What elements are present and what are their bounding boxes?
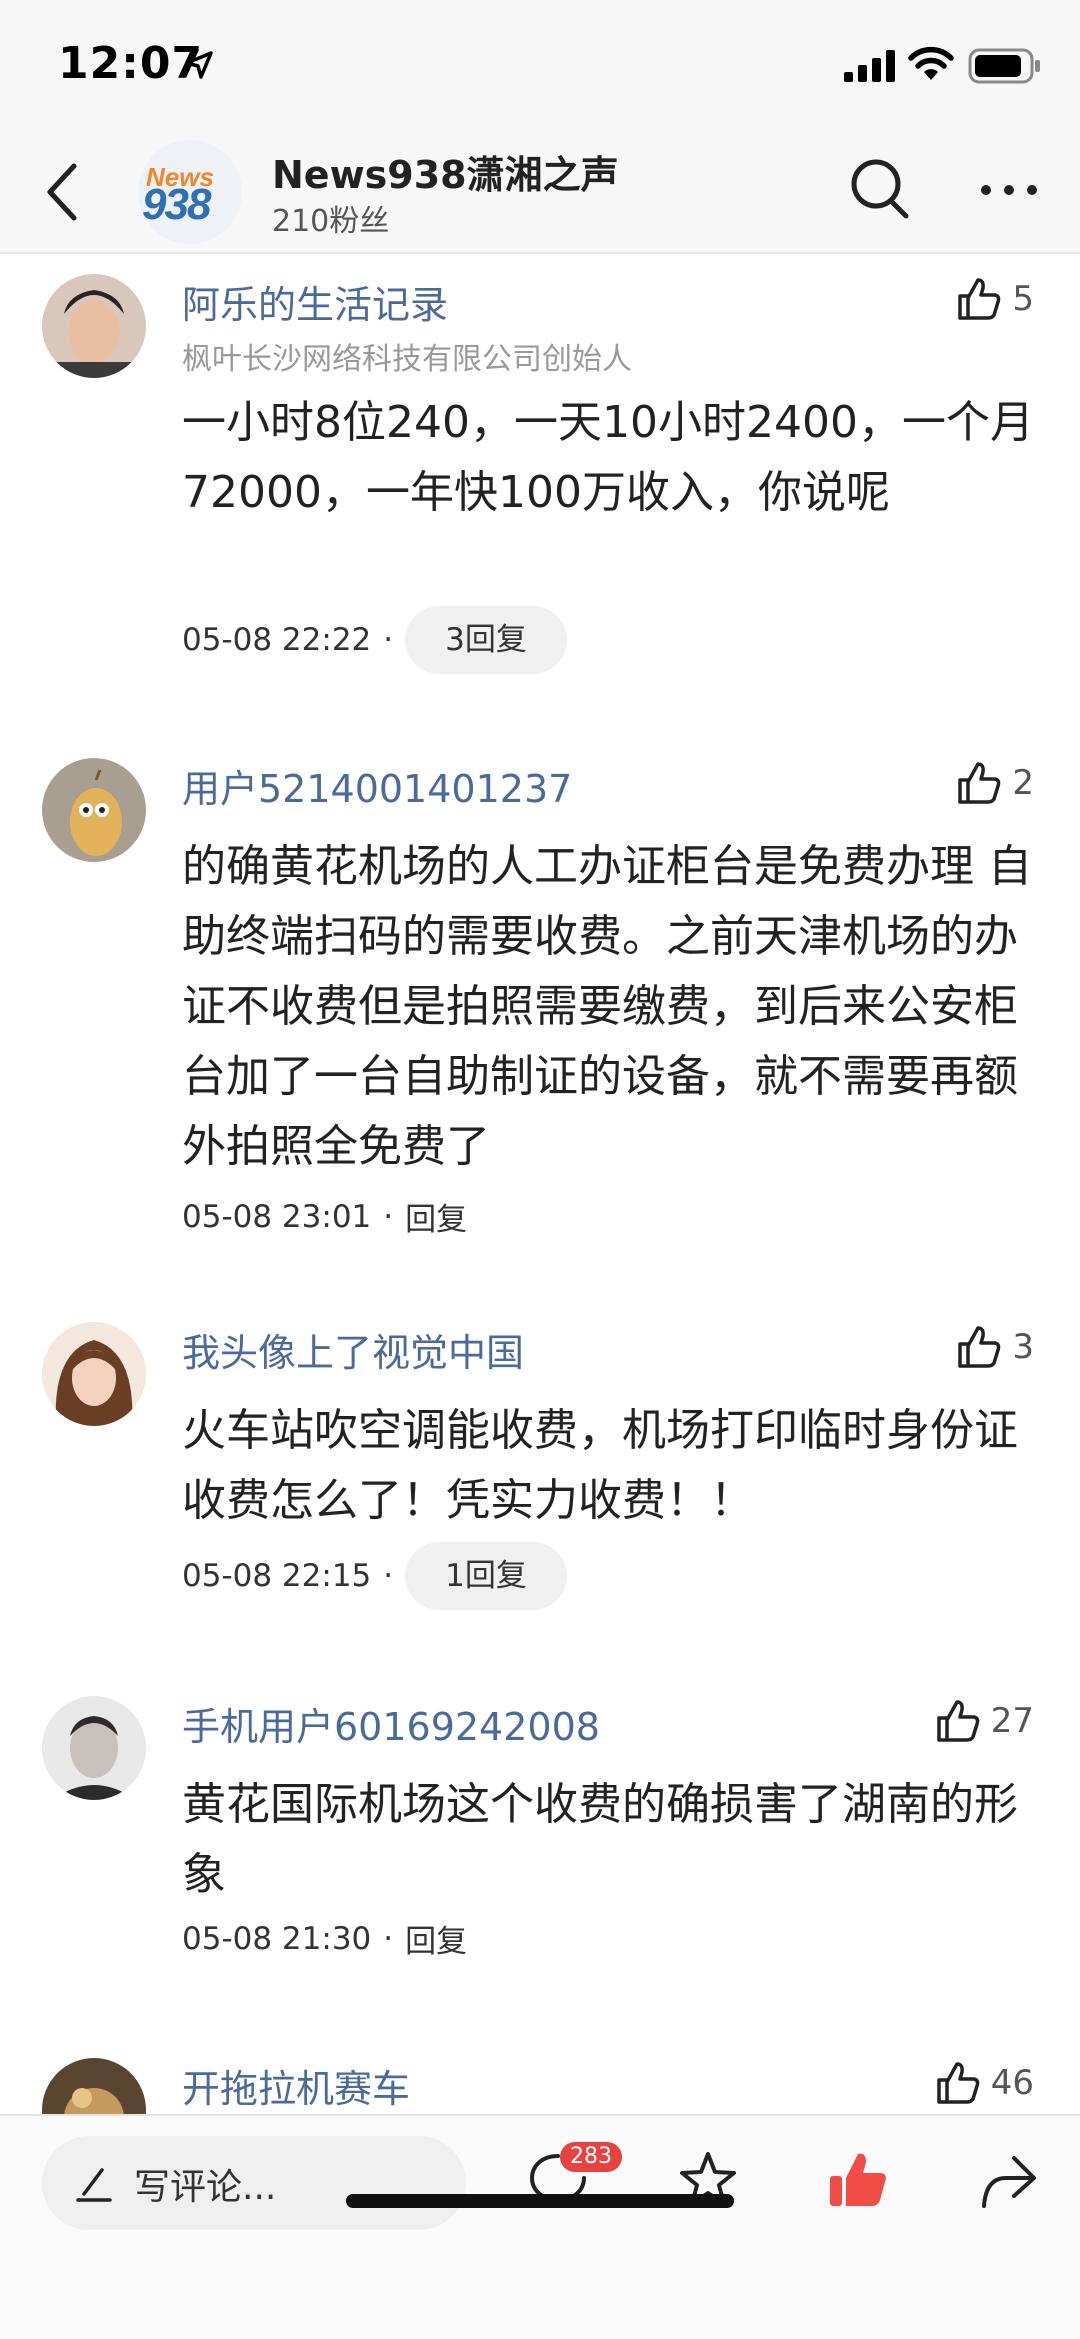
reply-count-button[interactable]: 3回复 — [405, 606, 567, 674]
comment-text: 火车站吹空调能收费，机场打印临时身份证收费怎么了！凭实力收费！！ — [182, 1405, 1018, 1526]
thumbs-up-icon — [958, 1326, 1001, 1368]
like-button[interactable]: 2 — [956, 758, 1034, 808]
like-button[interactable]: 27 — [935, 1696, 1034, 1746]
meta-separator: · — [383, 1920, 394, 1957]
like-button[interactable]: 46 — [935, 2058, 1034, 2108]
comment-text: 的确黄花机场的人工办证柜台是免费办理 自助终端扫码的需要收费。之前天津机场的办证… — [182, 841, 1032, 1172]
status-bar: 12:07 — [0, 0, 1080, 130]
reply-button[interactable]: 回复 — [405, 1194, 467, 1239]
share-arrow-icon[interactable] — [976, 2148, 1040, 2212]
back-arrow-icon[interactable] — [40, 160, 90, 224]
comment-meta: 05-08 22:15 · 1回复 — [182, 1542, 567, 1610]
avatar[interactable] — [42, 758, 146, 862]
logo-text-bottom: 938 — [142, 180, 211, 229]
comment-time: 05-08 21:30 — [182, 1920, 372, 1957]
channel-logo[interactable]: News 938 — [138, 140, 242, 244]
comment-time: 05-08 23:01 — [182, 1198, 372, 1235]
comment-username[interactable]: 阿乐的生活记录 — [182, 274, 448, 329]
battery-icon — [968, 48, 1040, 84]
like-button[interactable]: 5 — [956, 274, 1034, 324]
comment-user-subtitle: 枫叶长沙网络科技有限公司创始人 — [182, 342, 632, 377]
comment-meta: 05-08 21:30 · 回复 — [182, 1916, 467, 1961]
more-options-icon[interactable] — [978, 180, 1040, 200]
thumbs-up-icon — [958, 278, 1001, 320]
avatar[interactable] — [42, 1322, 146, 1426]
home-indicator — [346, 2194, 734, 2208]
bottom-action-bar: 写评论... 283 — [0, 2114, 1080, 2339]
location-arrow-icon — [185, 51, 213, 79]
meta-separator: · — [383, 622, 394, 658]
like-count: 27 — [990, 1701, 1034, 1741]
write-comment-placeholder: 写评论... — [134, 2167, 277, 2208]
thumbs-up-icon — [958, 762, 1001, 804]
pen-icon — [76, 2168, 112, 2202]
meta-separator: · — [383, 1198, 394, 1235]
like-count: 2 — [1012, 763, 1034, 803]
comment-text: 一小时8位240，一天10小时2400，一个月72000，一年快100万收入，你… — [182, 397, 1034, 518]
cellular-signal-icon — [844, 50, 895, 82]
comment-time: 05-08 22:22 — [182, 622, 372, 658]
comment-time: 05-08 22:15 — [182, 1558, 372, 1594]
comment-count-badge: 283 — [560, 2142, 622, 2172]
reply-button[interactable]: 回复 — [405, 1916, 467, 1961]
channel-header: News 938 News938潇湘之声 210粉丝 — [0, 130, 1080, 254]
status-time: 12:07 — [58, 38, 204, 89]
channel-fans: 210粉丝 — [272, 204, 390, 239]
meta-separator: · — [383, 1558, 394, 1594]
comment-username[interactable]: 用户5214001401237 — [182, 758, 572, 813]
wifi-icon — [908, 46, 954, 80]
thumbs-up-filled-icon[interactable] — [826, 2148, 890, 2212]
avatar[interactable] — [42, 1696, 146, 1800]
comment-meta: 05-08 22:22 · 3回复 — [182, 606, 567, 674]
comment-meta: 05-08 23:01 · 回复 — [182, 1194, 467, 1239]
avatar[interactable] — [42, 274, 146, 378]
search-icon[interactable] — [848, 154, 912, 224]
like-button[interactable]: 3 — [956, 1322, 1034, 1372]
comment-username[interactable]: 手机用户60169242008 — [182, 1696, 600, 1751]
like-count: 5 — [1012, 279, 1034, 319]
comment-username[interactable]: 开拖拉机赛车 — [182, 2058, 410, 2113]
reply-count-button[interactable]: 1回复 — [405, 1542, 567, 1610]
comment-username[interactable]: 我头像上了视觉中国 — [182, 1322, 524, 1377]
write-comment-input[interactable]: 写评论... — [42, 2136, 466, 2230]
thumbs-up-icon — [936, 2062, 980, 2104]
channel-name[interactable]: News938潇湘之声 — [272, 144, 619, 199]
like-count: 46 — [990, 2063, 1034, 2103]
comment-text: 黄花国际机场这个收费的确损害了湖南的形象 — [182, 1779, 1018, 1900]
thumbs-up-icon — [936, 1700, 980, 1742]
like-count: 3 — [1012, 1327, 1034, 1367]
